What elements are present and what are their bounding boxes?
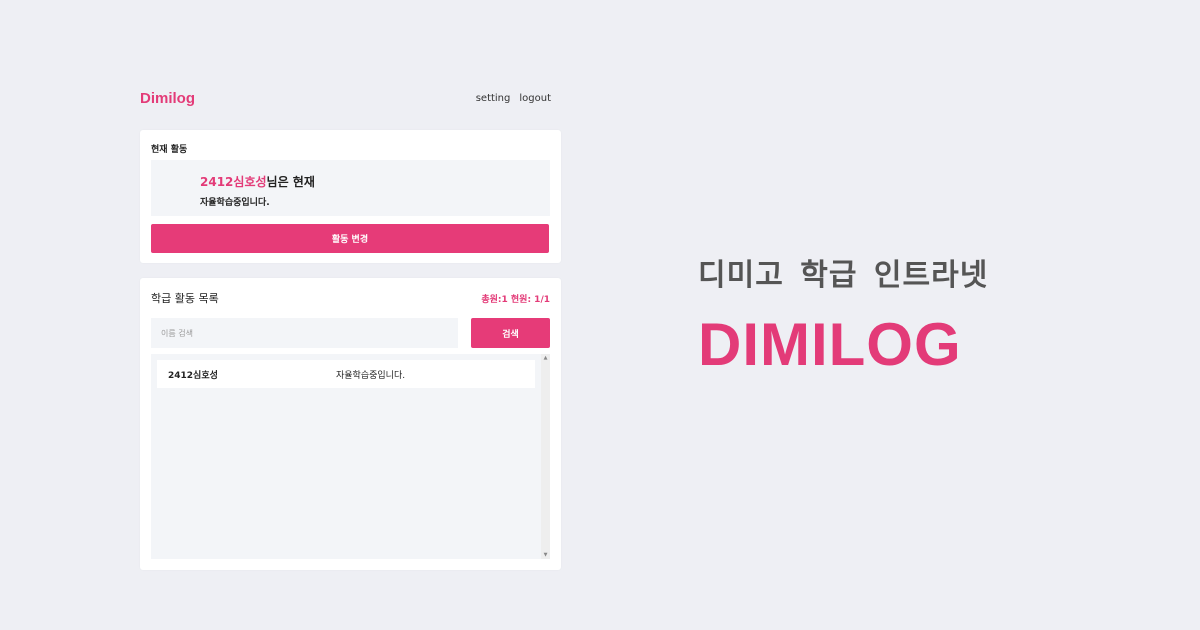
list-title: 학급 활동 목록 [151,292,219,305]
activity-list[interactable]: 2412심호성 자율학습중입니다. ▲ ▼ [151,354,550,559]
app-panel: Dimilog setting logout 현재 활동 2412심호성님은 현… [140,80,561,570]
status-box: 2412심호성님은 현재 자율학습중입니다. [151,160,550,216]
search-row: 검색 [151,318,550,348]
list-item-activity: 자율학습중입니다. [336,370,406,381]
hero-tagline: 디미고 학급 인트라넷 [698,258,989,293]
list-scrollbar[interactable]: ▲ ▼ [541,354,550,559]
list-header: 학급 활동 목록 총원:1 현원: 1/1 [151,290,550,306]
scroll-down-arrow-icon[interactable]: ▼ [541,552,550,558]
scroll-up-arrow-icon[interactable]: ▲ [541,355,550,361]
search-button[interactable]: 검색 [471,318,550,348]
status-activity: 자율학습중입니다. [200,198,270,208]
top-bar: Dimilog setting logout [140,80,561,116]
current-activity-title: 현재 활동 [151,145,188,155]
current-activity-card: 현재 활동 2412심호성님은 현재 자율학습중입니다. 활동 변경 [140,130,561,263]
setting-link[interactable]: setting [476,93,511,104]
list-item-name: 2412심호성 [168,370,218,381]
class-activity-list-card: 학급 활동 목록 총원:1 현원: 1/1 검색 2412심호성 자율학습중입니… [140,278,561,570]
logout-link[interactable]: logout [519,93,551,104]
brand-logo[interactable]: Dimilog [140,90,195,107]
status-line: 2412심호성님은 현재 [200,173,550,190]
status-suffix: 님은 현재 [266,175,315,189]
member-counts: 총원:1 현원: 1/1 [481,294,550,305]
top-nav: setting logout [476,93,551,104]
name-search-input[interactable] [151,318,458,348]
current-user-name: 2412심호성 [200,175,267,189]
hero: 디미고 학급 인트라넷 DIMILOG [698,250,988,379]
list-item[interactable]: 2412심호성 자율학습중입니다. [157,360,535,388]
change-activity-button[interactable]: 활동 변경 [151,224,549,253]
hero-title: DIMILOG [698,311,962,378]
